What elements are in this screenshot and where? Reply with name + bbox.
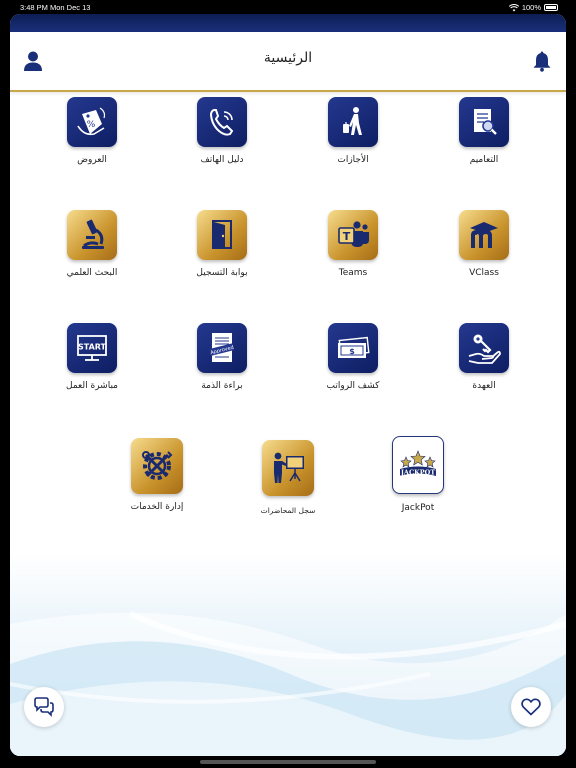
- top-band: [10, 14, 566, 32]
- home-indicator: [200, 760, 376, 764]
- tile-label: العروض: [77, 155, 107, 165]
- approved-document-icon: Approved: [197, 323, 247, 373]
- tools-gear-icon: [131, 438, 183, 494]
- battery-icon: [544, 4, 558, 11]
- tile-work-start[interactable]: START مباشرة العمل: [37, 323, 147, 391]
- jackpot-stars-icon: JACKPOT: [392, 436, 444, 494]
- chat-button[interactable]: [24, 687, 64, 727]
- wave-background: [10, 554, 566, 756]
- tile-lecture-log[interactable]: سجل المحاضرات: [233, 440, 343, 515]
- battery-percent: 100%: [521, 3, 541, 12]
- tile-phone-directory[interactable]: دليل الهاتف: [167, 97, 277, 165]
- tile-label: سجل المحاضرات: [260, 506, 316, 515]
- wifi-icon: [508, 3, 519, 11]
- heart-icon: [521, 698, 541, 716]
- tile-jackpot[interactable]: JACKPOT JackPot: [363, 436, 473, 513]
- tile-label: كشف الرواتب: [326, 381, 380, 391]
- svg-text:JACKPOT: JACKPOT: [400, 469, 435, 477]
- status-bar: 3:48 PM Mon Dec 13 100%: [0, 0, 576, 14]
- app-screen: الرئيسية التعاميم الأجازات دليل الهاتف %: [10, 14, 566, 756]
- svg-text:$: $: [349, 347, 355, 356]
- favorites-button[interactable]: [511, 687, 551, 727]
- svg-text:T: T: [343, 230, 351, 243]
- tile-custody[interactable]: العهدة: [429, 323, 539, 391]
- tile-vacations[interactable]: الأجازات: [298, 97, 408, 165]
- vclass-logo-icon: [459, 210, 509, 260]
- document-search-icon: [459, 97, 509, 147]
- notification-bell-icon[interactable]: [532, 50, 552, 72]
- status-right: 100%: [508, 3, 558, 12]
- svg-text:START: START: [78, 343, 107, 352]
- tile-label: JackPot: [401, 503, 435, 513]
- tile-label: Teams: [338, 268, 368, 278]
- discount-tag-icon: %: [67, 97, 117, 147]
- chat-bubbles-icon: [34, 697, 54, 717]
- tile-label: دليل الهاتف: [200, 155, 244, 165]
- tile-vclass[interactable]: VClass: [429, 210, 539, 278]
- app-header: الرئيسية: [10, 32, 566, 92]
- teams-logo-icon: T: [328, 210, 378, 260]
- tile-offers[interactable]: % العروض: [37, 97, 147, 165]
- tile-label: براءة الذمة: [201, 381, 243, 391]
- tile-label: إدارة الخدمات: [130, 502, 184, 512]
- key-hand-icon: [459, 323, 509, 373]
- start-screen-icon: START: [67, 323, 117, 373]
- tile-teams[interactable]: T Teams: [298, 210, 408, 278]
- tile-label: الأجازات: [337, 155, 369, 165]
- tile-label: VClass: [469, 268, 499, 278]
- door-icon: [197, 210, 247, 260]
- traveler-icon: [328, 97, 378, 147]
- tile-payroll[interactable]: $ كشف الرواتب: [298, 323, 408, 391]
- tile-registration-portal[interactable]: بوابة التسجيل: [167, 210, 277, 278]
- phone-icon: [197, 97, 247, 147]
- money-bill-icon: $: [328, 323, 378, 373]
- tile-clearance[interactable]: Approved براءة الذمة: [167, 323, 277, 391]
- tile-label: مباشرة العمل: [66, 381, 118, 391]
- page-title: الرئيسية: [263, 50, 313, 66]
- status-date: Mon Dec 13: [50, 3, 91, 12]
- lecturer-board-icon: [262, 440, 314, 496]
- tile-circulars[interactable]: التعاميم: [429, 97, 539, 165]
- svg-text:%: %: [87, 120, 96, 130]
- tile-scientific-research[interactable]: البحث العلمي: [37, 210, 147, 278]
- tile-label: العهدة: [472, 381, 496, 391]
- status-time: 3:48 PM: [20, 3, 48, 12]
- tile-label: بوابة التسجيل: [196, 268, 248, 278]
- microscope-icon: [67, 210, 117, 260]
- tile-label: التعاميم: [469, 155, 499, 165]
- tile-services-management[interactable]: إدارة الخدمات: [102, 438, 212, 512]
- tile-label: البحث العلمي: [66, 268, 118, 278]
